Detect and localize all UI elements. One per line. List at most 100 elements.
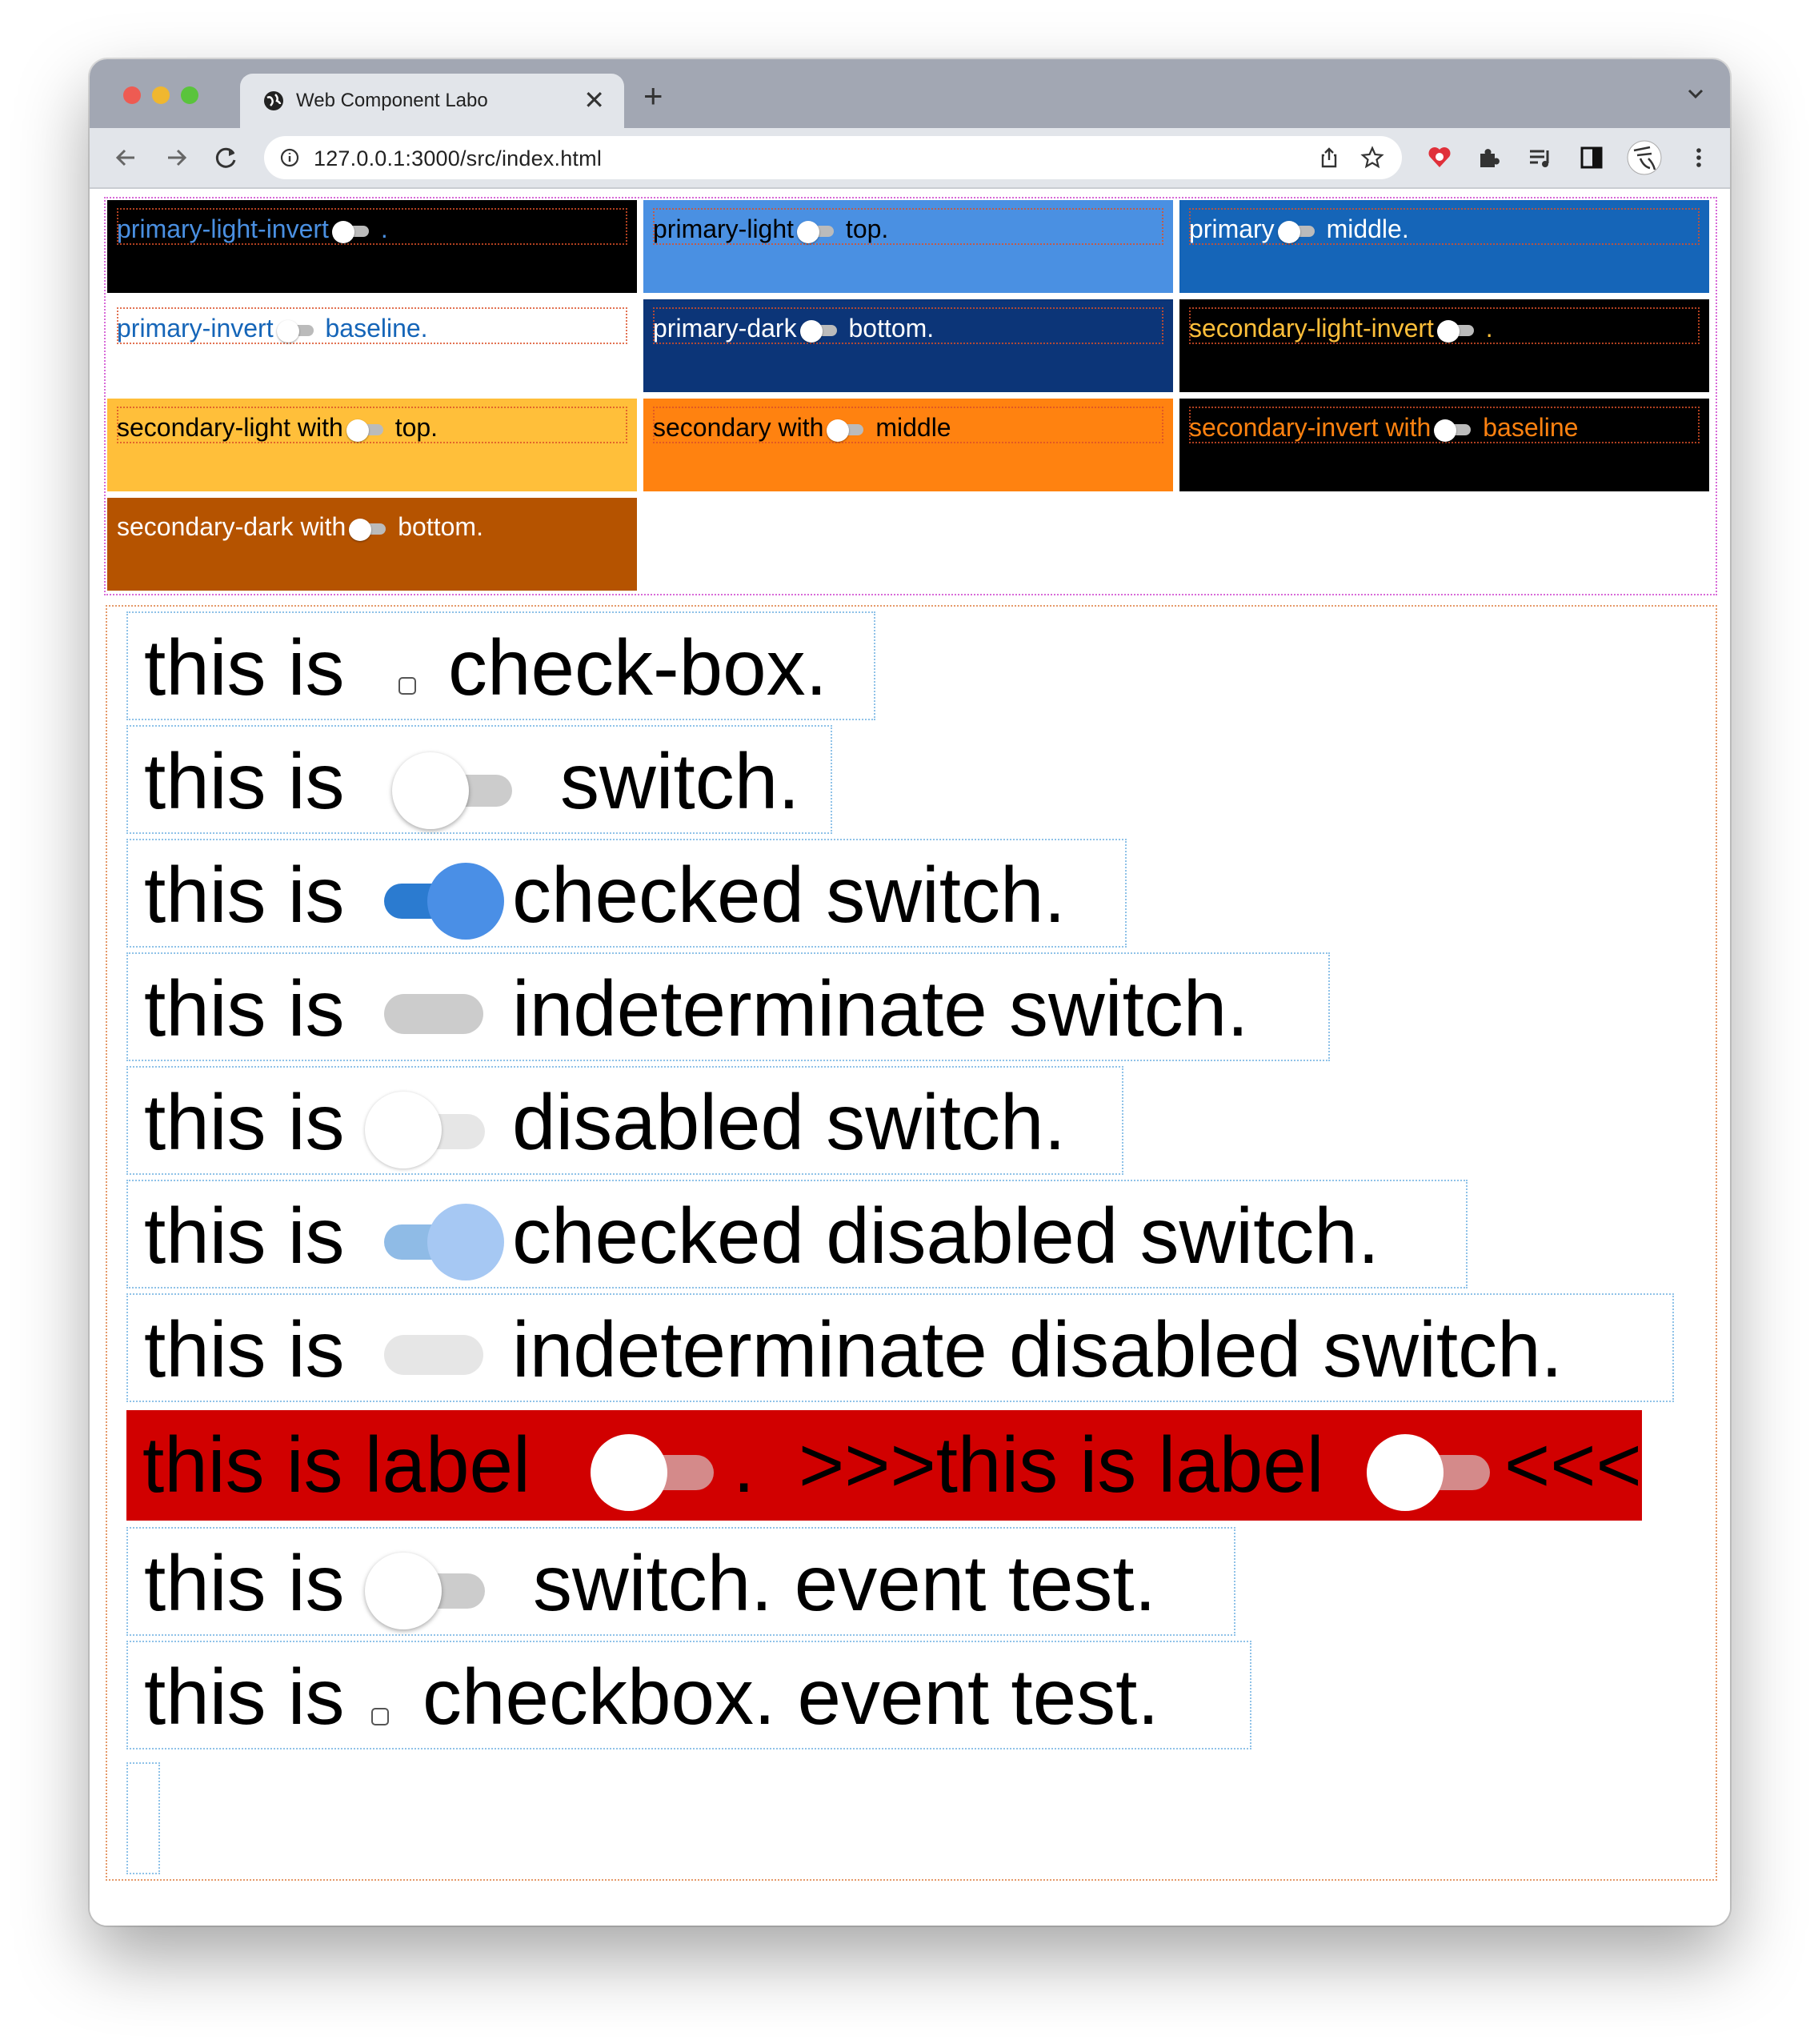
label-text-4: <<<: [1504, 1421, 1642, 1509]
indeterminate-disabled-switch: [384, 1335, 485, 1375]
variant-cell: primary-light-invert .: [106, 198, 639, 295]
checked-disabled-switch: [384, 1200, 512, 1281]
row-prefix: this is: [144, 1305, 345, 1393]
variant-suffix: middle: [868, 413, 951, 442]
event-checkbox-row: this is checkbox. event test.: [126, 1641, 1251, 1749]
chevron-down-icon[interactable]: [1685, 83, 1706, 104]
variant-switch[interactable]: [274, 312, 318, 344]
label-switch-2[interactable]: [1367, 1431, 1495, 1511]
variant-label: secondary-light with: [117, 413, 343, 442]
event-test-checkbox[interactable]: [371, 1708, 389, 1725]
row-suffix: checked switch.: [512, 851, 1066, 939]
event-test-switch[interactable]: [365, 1551, 493, 1631]
more-menu-icon[interactable]: [1685, 144, 1712, 171]
forward-arrow-icon[interactable]: [163, 144, 190, 171]
row-prefix: this is: [144, 964, 345, 1052]
variant-switch[interactable]: [329, 213, 374, 245]
disabled-switch: [365, 1092, 493, 1172]
row-prefix: this is: [144, 1653, 345, 1741]
variant-cell-text: secondary-invert with baseline: [1189, 411, 1578, 443]
tab-bar: Web Component Labo ✕ +: [90, 59, 1730, 128]
variant-switch[interactable]: [346, 511, 390, 543]
variant-switch[interactable]: [797, 312, 842, 344]
variant-suffix: bottom.: [841, 314, 935, 343]
row-prefix: this is: [144, 1192, 345, 1280]
indeterminate-disabled-switch-row: this is indeterminate disabled switch.: [126, 1293, 1674, 1402]
variant-cell-text: primary-light top.: [653, 213, 888, 245]
label-text-1: this is label: [142, 1421, 531, 1509]
puzzle-icon[interactable]: [1476, 144, 1503, 171]
variant-label: primary: [1189, 214, 1275, 243]
variant-cell: primary-light top.: [642, 198, 1175, 295]
variant-switch[interactable]: [823, 411, 868, 443]
variant-cell-text: primary-invert baseline.: [117, 312, 428, 344]
variant-label: secondary-light-invert: [1189, 314, 1434, 343]
back-arrow-icon[interactable]: [112, 144, 139, 171]
bookmark-star-icon[interactable]: [1360, 146, 1384, 170]
variant-cell-text: primary-light-invert .: [117, 213, 388, 245]
row-suffix: indeterminate disabled switch.: [512, 1305, 1563, 1393]
info-icon[interactable]: [280, 148, 299, 167]
maximize-window-button[interactable]: [181, 86, 198, 104]
reload-icon[interactable]: [213, 144, 240, 171]
empty-container: [126, 1762, 160, 1874]
side-panel-icon[interactable]: [1578, 144, 1605, 171]
variant-switch[interactable]: [794, 213, 839, 245]
variant-cell-text: primary middle.: [1189, 213, 1409, 245]
variant-cell-text: secondary with middle: [653, 411, 951, 443]
variant-suffix: top.: [387, 413, 438, 442]
checkbox[interactable]: [398, 677, 416, 695]
variant-cell: secondary-invert with baseline: [1178, 397, 1711, 493]
checked-switch-row: this is checked switch.: [126, 839, 1127, 948]
variant-cell: secondary-dark with bottom.: [106, 496, 639, 592]
variant-switch[interactable]: [1434, 312, 1479, 344]
url-text[interactable]: 127.0.0.1:3000/src/index.html: [314, 146, 602, 171]
variant-cell: primary-invert baseline.: [106, 298, 639, 394]
switch-demo-region: this is check-box. this is switch. this …: [106, 605, 1717, 1881]
checked-disabled-switch-row: this is checked disabled switch.: [126, 1180, 1468, 1289]
row-prefix: this is: [144, 851, 345, 939]
label-text-3: >>>this is label: [799, 1421, 1324, 1509]
page-content: primary-light-invert . primary-light top.…: [90, 189, 1730, 1926]
profile-avatar-icon[interactable]: [1626, 139, 1663, 176]
variant-suffix: middle.: [1319, 214, 1409, 243]
variant-cell: secondary with middle: [642, 397, 1175, 493]
row-prefix: this is: [144, 1078, 345, 1166]
variant-suffix: .: [1478, 314, 1493, 343]
tab-title: Web Component Labo: [296, 90, 488, 111]
checked-switch[interactable]: [384, 860, 512, 940]
new-tab-button[interactable]: +: [643, 77, 663, 115]
indeterminate-switch[interactable]: [384, 994, 485, 1034]
variant-switch[interactable]: [1431, 411, 1476, 443]
variant-suffix: baseline.: [318, 314, 428, 343]
media-queue-icon[interactable]: [1527, 144, 1554, 171]
row-suffix: switch. event test.: [533, 1539, 1156, 1627]
switch[interactable]: [392, 751, 520, 829]
variant-switch[interactable]: [343, 411, 388, 443]
variant-switch[interactable]: [1275, 213, 1319, 245]
variant-suffix: baseline: [1476, 413, 1579, 442]
variant-label: primary-light-invert: [117, 214, 329, 243]
variant-label: primary-invert: [117, 314, 274, 343]
variant-cell: secondary-light with top.: [106, 397, 639, 493]
variant-label: primary-dark: [653, 314, 797, 343]
row-suffix: checkbox. event test.: [422, 1653, 1159, 1741]
extension-heart-icon[interactable]: [1426, 144, 1453, 171]
close-window-button[interactable]: [123, 86, 141, 104]
tab-close-button[interactable]: ✕: [583, 85, 605, 115]
variant-suffix: top.: [839, 214, 889, 243]
row-suffix: indeterminate switch.: [512, 964, 1249, 1052]
label-switch-1[interactable]: [591, 1431, 719, 1511]
globe-icon: [264, 91, 283, 110]
variant-suffix: .: [373, 214, 388, 243]
browser-tab[interactable]: Web Component Labo ✕: [240, 74, 624, 128]
browser-toolbar: 127.0.0.1:3000/src/index.html: [90, 128, 1730, 189]
share-icon[interactable]: [1317, 146, 1341, 170]
variant-suffix: bottom.: [390, 512, 483, 541]
variant-cell-text: secondary-dark with bottom.: [117, 511, 483, 543]
variant-label: secondary-invert with: [1189, 413, 1432, 442]
label-row: this is label . >>>this is label <<<: [126, 1410, 1642, 1521]
variant-cell: primary-dark bottom.: [642, 298, 1175, 394]
minimize-window-button[interactable]: [152, 86, 170, 104]
address-bar[interactable]: 127.0.0.1:3000/src/index.html: [264, 136, 1402, 179]
